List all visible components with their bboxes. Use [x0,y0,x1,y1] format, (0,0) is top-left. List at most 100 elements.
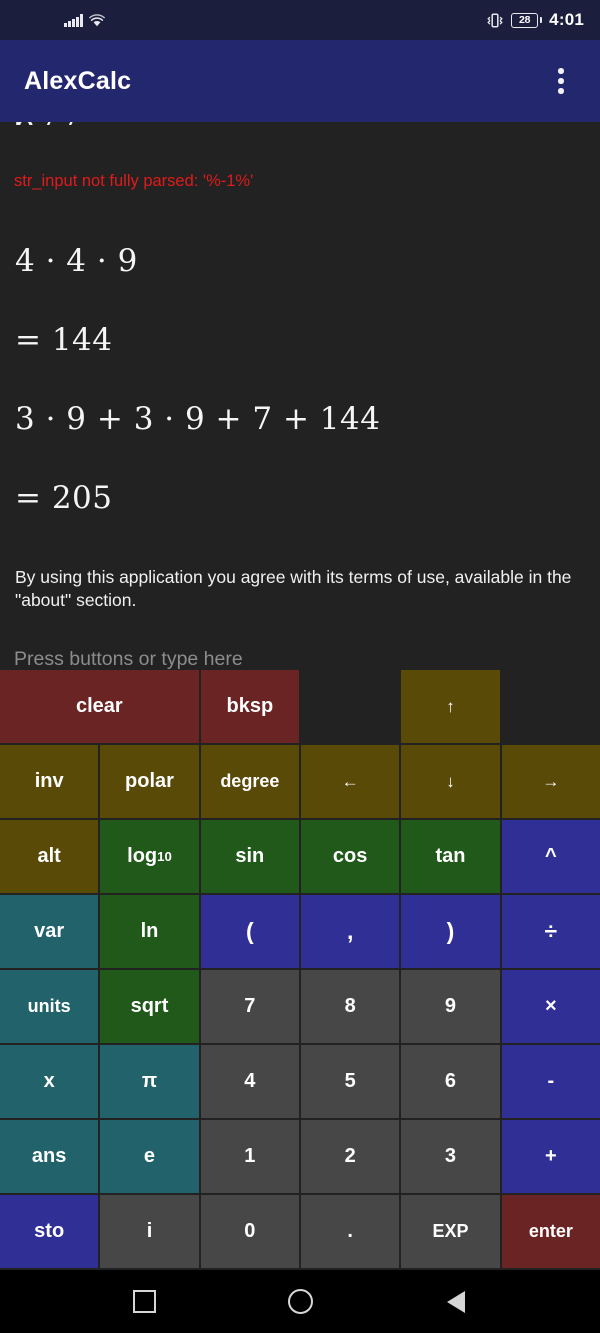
key-label: ) [446,918,455,944]
key-clear[interactable]: clear [0,670,199,743]
key-label: var [34,920,65,942]
status-bar-right: 28 4:01 [486,10,584,30]
key-label: cos [332,845,368,867]
key-digit-5[interactable]: 5 [301,1045,400,1118]
key-label: sqrt [130,995,169,1017]
status-bar-clock: 4:01 [549,10,584,29]
key-label: polar [125,770,174,792]
overflow-menu-icon[interactable] [544,58,578,104]
key-label: ln [140,920,159,942]
key-inv[interactable]: inv [0,745,99,818]
key-label: . [347,1220,353,1242]
history-expression-2: 3 · 9 + 3 · 9 + 7 + 144 [15,401,381,437]
key-arrow-up[interactable]: ↑ [401,670,500,743]
key-sto[interactable]: sto [0,1195,99,1268]
key-label: , [346,918,354,944]
key-degree[interactable]: degree [200,745,299,818]
key-label: ↑ [446,696,455,716]
key-digit-7[interactable]: 7 [200,970,299,1043]
key-label: ÷ [544,918,558,944]
blank-2 [501,670,600,743]
key-label: 3 [444,1145,457,1167]
key-label: EXP [432,1221,469,1241]
key-label: clear [75,695,123,717]
key-pi[interactable]: π [100,1045,199,1118]
key-label: × [544,995,557,1017]
key-plus[interactable]: + [501,1120,600,1193]
key-bksp[interactable]: bksp [200,670,299,743]
key-label: 4 [244,1070,256,1092]
key-ans[interactable]: ans [0,1120,99,1193]
key-label: π [141,1070,158,1092]
key-polar[interactable]: polar [100,745,199,818]
key-cos[interactable]: cos [301,820,400,893]
key-minus[interactable]: - [501,1045,600,1118]
key-power[interactable]: ^ [501,820,600,893]
app-title: AlexCalc [24,66,132,95]
key-label: sin [235,845,265,867]
key-ln[interactable]: ln [100,895,199,968]
key-label: tan [435,845,466,867]
blank-1 [301,670,400,743]
key-paren-open[interactable]: ( [200,895,299,968]
error-message: str_input not fully parsed: '%-1%' [14,172,254,190]
key-label: - [547,1070,555,1092]
clipped-history-line: 677 [12,122,588,125]
key-label: x [43,1070,55,1092]
key-decimal-point[interactable]: . [301,1195,400,1268]
key-digit-8[interactable]: 8 [301,970,400,1043]
key-digit-3[interactable]: 3 [401,1120,500,1193]
key-label: ^ [544,845,557,867]
key-sqrt[interactable]: sqrt [100,970,199,1043]
battery-level-label: 28 [511,12,539,28]
key-label: alt [37,845,61,867]
key-arrow-left[interactable]: ← [301,745,400,818]
key-log10[interactable]: log 10 [100,820,199,893]
key-var[interactable]: var [0,895,99,968]
history-expression-3: = 205 [15,480,113,516]
key-tan[interactable]: tan [401,820,500,893]
key-digit-2[interactable]: 2 [301,1120,400,1193]
key-label: ← [341,771,359,791]
key-label: 8 [344,995,356,1017]
calculation-display[interactable]: 677 str_input not fully parsed: '%-1%' 4… [0,122,600,670]
key-comma[interactable]: , [301,895,400,968]
battery-icon: 28 [511,12,543,28]
input-container [12,648,588,670]
key-divide[interactable]: ÷ [501,895,600,968]
wifi-icon [88,13,105,27]
history-expression-1: = 144 [15,322,113,358]
key-arrow-down[interactable]: ↓ [401,745,500,818]
key-label: bksp [226,695,274,717]
key-alt[interactable]: alt [0,820,99,893]
key-digit-9[interactable]: 9 [401,970,500,1043]
key-x-variable[interactable]: x [0,1045,99,1118]
key-multiply[interactable]: × [501,970,600,1043]
square-recents-icon[interactable] [122,1280,166,1324]
key-units[interactable]: units [0,970,99,1043]
key-digit-0[interactable]: 0 [200,1195,299,1268]
key-digit-4[interactable]: 4 [200,1045,299,1118]
key-label: enter [528,1221,573,1241]
key-arrow-right[interactable]: → [501,745,600,818]
key-digit-1[interactable]: 1 [200,1120,299,1193]
triangle-back-icon[interactable] [434,1280,478,1324]
key-enter[interactable]: enter [501,1195,600,1268]
key-digit-6[interactable]: 6 [401,1045,500,1118]
key-label: 2 [344,1145,356,1167]
key-sin[interactable]: sin [200,820,299,893]
cellular-signal-icon [64,13,83,27]
key-exp[interactable]: EXP [401,1195,500,1268]
circle-home-icon[interactable] [278,1280,322,1324]
key-imaginary-i[interactable]: i [100,1195,199,1268]
key-label: + [544,1145,557,1167]
key-paren-close[interactable]: ) [401,895,500,968]
phone-screen: 28 4:01 AlexCalc 677 str_input not fully… [0,0,600,1333]
key-label: ans [31,1145,67,1167]
expression-input[interactable] [14,648,585,670]
key-label: 1 [244,1145,256,1167]
key-subscript: 10 [157,848,172,864]
key-euler-e[interactable]: e [100,1120,199,1193]
key-label: units [27,996,71,1016]
key-label: e [143,1145,156,1167]
